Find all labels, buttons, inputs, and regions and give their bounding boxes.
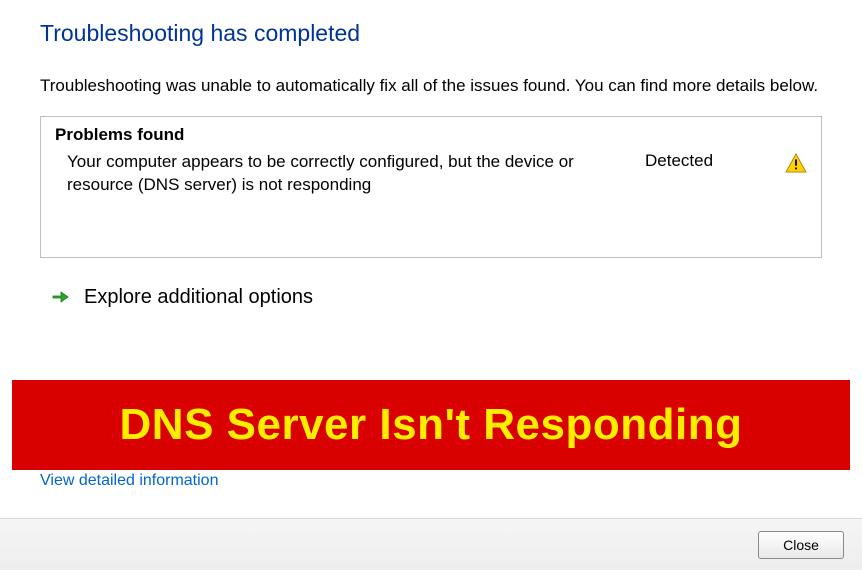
overlay-banner: DNS Server Isn't Responding — [12, 380, 850, 470]
view-detailed-information-link[interactable]: View detailed information — [40, 472, 218, 490]
close-button[interactable]: Close — [758, 531, 844, 559]
page-title: Troubleshooting has completed — [40, 20, 822, 47]
problem-status: Detected — [645, 151, 785, 171]
warning-icon — [785, 153, 807, 173]
explore-label: Explore additional options — [84, 286, 313, 309]
problem-description: Your computer appears to be correctly co… — [67, 151, 645, 197]
banner-text: DNS Server Isn't Responding — [120, 400, 743, 450]
explore-additional-options-link[interactable]: Explore additional options — [40, 286, 822, 309]
dialog-footer: Close — [0, 518, 862, 570]
arrow-right-icon — [50, 287, 70, 307]
problems-found-title: Problems found — [55, 125, 807, 145]
problems-found-box: Problems found Your computer appears to … — [40, 116, 822, 258]
summary-text: Troubleshooting was unable to automatica… — [40, 75, 822, 98]
problem-row: Your computer appears to be correctly co… — [55, 151, 807, 197]
